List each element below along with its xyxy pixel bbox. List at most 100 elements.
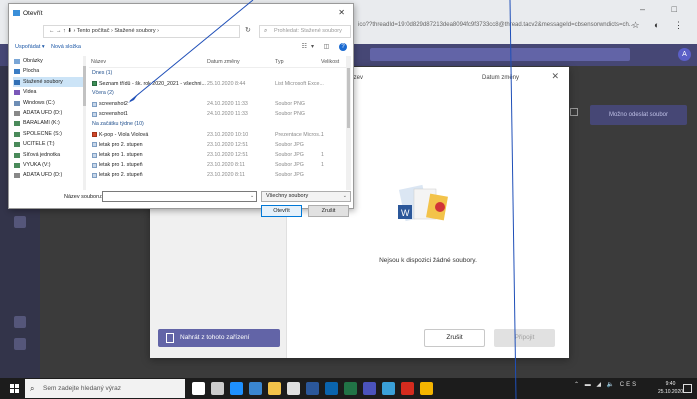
folder-icon xyxy=(14,90,20,96)
column-header-size[interactable]: Velikost xyxy=(321,59,349,65)
taskbar-clock[interactable]: 9:40 25.10.2020 xyxy=(658,380,683,396)
expand-icon[interactable] xyxy=(570,108,578,116)
file-list-header: Název Datum změny Typ Velikost xyxy=(89,56,351,68)
nav-item[interactable]: ADATA UFD (D:) xyxy=(13,170,83,180)
taskbar-excel-icon[interactable] xyxy=(344,382,357,395)
file-row[interactable]: screenshot1 24.10.2020 11:33 Soubor PNG xyxy=(89,109,351,119)
file-row[interactable]: letak pro 1. stupen 23.10.2020 12:51 Soubo… xyxy=(89,150,351,160)
file-group-header[interactable]: Dnes (1) xyxy=(89,68,351,78)
taskbar-outlook-icon[interactable] xyxy=(325,382,338,395)
help-icon[interactable]: ? xyxy=(339,43,347,51)
organize-button[interactable]: Uspořádat ▾ xyxy=(15,44,45,50)
nav-item[interactable]: Plocha xyxy=(13,66,83,76)
rail-more-icon[interactable] xyxy=(14,338,26,350)
file-name: letak pro 2. stupeň xyxy=(99,172,143,179)
taskbar-teams-icon[interactable] xyxy=(363,382,376,395)
taskbar-task-view-icon[interactable] xyxy=(211,382,224,395)
taskbar-lock-icon[interactable] xyxy=(287,382,300,395)
folder-icon xyxy=(14,162,20,168)
rail-help-icon[interactable] xyxy=(14,316,26,328)
new-folder-button[interactable]: Nová složka xyxy=(51,44,81,50)
browser-toolbar-icons[interactable]: ☆ ◐ ⋮ xyxy=(631,20,689,31)
empty-state-text: Nejsou k dispozici žádné soubory. xyxy=(379,257,477,264)
nav-item[interactable]: SPOLECNE (S:) xyxy=(13,129,83,139)
address-bar[interactable]: ico??threadId=19:0d829d87213dea8094fc9f3… xyxy=(358,18,658,32)
taskbar-cortana-icon[interactable] xyxy=(192,382,205,395)
file-type: Soubor PNG xyxy=(275,111,306,118)
folder-icon xyxy=(14,79,20,85)
file-group-header[interactable]: Včera (2) xyxy=(89,88,351,98)
avatar[interactable]: A xyxy=(678,48,691,61)
svg-text:W: W xyxy=(401,208,410,218)
refresh-icon[interactable]: ↻ xyxy=(245,26,251,34)
filename-chevron-down-icon[interactable]: ⌄ xyxy=(250,193,254,199)
nav-item[interactable]: Videa xyxy=(13,87,83,97)
filename-input[interactable] xyxy=(102,191,257,202)
search-icon: ⌕ xyxy=(30,384,35,393)
nav-item-label: BARALAMI (K:) xyxy=(23,120,60,127)
teams-action-button[interactable]: Možno odeslat soubor xyxy=(590,105,687,125)
empty-files-illustration-icon: W xyxy=(398,184,448,222)
system-tray[interactable]: ⌃ ▬ ◢ 🔈 CES xyxy=(574,381,638,388)
nav-item[interactable]: Stažené soubory xyxy=(13,76,83,88)
file-list: Název Datum změny Typ Velikost Dnes (1) S… xyxy=(89,56,351,190)
file-row[interactable]: Seznam třídů - šk. rok 2020_2021 - všech… xyxy=(89,78,351,88)
search-placeholder: Prohledat: Stažené soubory xyxy=(274,28,342,34)
search-input[interactable]: ⌕ Prohledat: Stažené soubory xyxy=(259,25,351,38)
dialog-cancel-button[interactable]: Zrušit xyxy=(308,205,349,217)
taskbar-search-input[interactable]: ⌕ Sem zadejte hledaný výraz xyxy=(25,379,185,398)
file-row[interactable]: letak pro 1. stupeň 23.10.2020 8:11 Soubor… xyxy=(89,160,351,170)
taskbar-network-icon[interactable] xyxy=(382,382,395,395)
file-date: 23.10.2020 12:51 xyxy=(207,151,249,158)
search-icon: ⌕ xyxy=(264,28,268,34)
taskbar-word-icon[interactable] xyxy=(306,382,319,395)
file-date: 23.10.2020 8:11 xyxy=(207,172,245,179)
nav-item[interactable]: Síťová jednotka xyxy=(13,150,83,160)
file-list-scrollbar[interactable] xyxy=(346,56,351,190)
close-icon[interactable]: ✕ xyxy=(551,71,559,82)
notification-icon[interactable] xyxy=(683,384,692,393)
column-header-name[interactable]: Název xyxy=(91,59,209,65)
taskbar-search-placeholder: Sem zadejte hledaný výraz xyxy=(43,385,122,392)
nav-item[interactable]: VYUKA (V:) xyxy=(13,160,83,170)
filetype-select[interactable]: Všechny soubory ⌄ xyxy=(261,191,351,202)
modal-column-date[interactable]: Datum změny xyxy=(482,75,519,81)
modal-cancel-button[interactable]: Zrušit xyxy=(424,329,485,347)
file-type: Soubor JPG xyxy=(275,141,304,148)
taskbar-chrome-icon[interactable] xyxy=(420,382,433,395)
folder-icon xyxy=(14,59,20,64)
file-row[interactable]: screenshot2 24.10.2020 11:33 Soubor PNG xyxy=(89,99,351,109)
file-group-header[interactable]: Na začátku týdne (10) xyxy=(89,119,351,129)
nav-item[interactable]: Windows (C:) xyxy=(13,98,83,108)
nav-item[interactable]: Obrázky xyxy=(13,56,83,66)
navigation-pane-scrollbar[interactable] xyxy=(83,56,86,190)
nav-item[interactable]: BARALAMI (K:) xyxy=(13,118,83,128)
nav-item-label: Videa xyxy=(23,89,37,96)
file-row[interactable]: K-pop - Viola Violová 23.10.2020 10:10 Pre… xyxy=(89,129,351,139)
file-row[interactable]: letak pro 2. stupeň 23.10.2020 8:11 Soubor… xyxy=(89,170,351,180)
teams-search-input[interactable] xyxy=(370,48,630,61)
nav-item-label: Plocha xyxy=(23,68,40,75)
file-type: Soubor JPG xyxy=(275,151,304,158)
taskbar-edge-icon[interactable] xyxy=(230,382,243,395)
windows-start-icon[interactable] xyxy=(10,384,19,393)
column-header-type[interactable]: Typ xyxy=(275,59,325,65)
nav-item[interactable]: ADATA UFD (D:) xyxy=(13,108,83,118)
window-controls[interactable]: – □ xyxy=(640,4,689,14)
attach-button[interactable]: Připojit xyxy=(494,329,555,347)
rail-apps-icon[interactable] xyxy=(14,216,26,228)
folder-icon xyxy=(14,110,20,116)
column-header-date[interactable]: Datum změny xyxy=(207,59,267,65)
upload-from-device-button[interactable]: Nahrát z tohoto zařízení xyxy=(158,329,280,347)
open-button[interactable]: Otevřít xyxy=(261,205,302,217)
taskbar-files-icon[interactable] xyxy=(268,382,281,395)
view-options[interactable]: ☷▾ ◫ ? xyxy=(302,43,347,51)
taskbar-store-icon[interactable] xyxy=(249,382,262,395)
chevron-down-icon: ⌄ xyxy=(342,193,347,199)
nav-item[interactable]: UCITELE (T:) xyxy=(13,139,83,149)
file-type: Soubor PNG xyxy=(275,100,306,107)
file-row[interactable]: letak pro 2. stupen 23.10.2020 12:51 Soubo… xyxy=(89,139,351,149)
breadcrumb[interactable]: ← → ↑ ⬇ › Tento počítač › Stažené soubor… xyxy=(43,25,240,38)
dialog-close-icon[interactable]: ✕ xyxy=(338,8,345,17)
taskbar-acrobat-icon[interactable] xyxy=(401,382,414,395)
